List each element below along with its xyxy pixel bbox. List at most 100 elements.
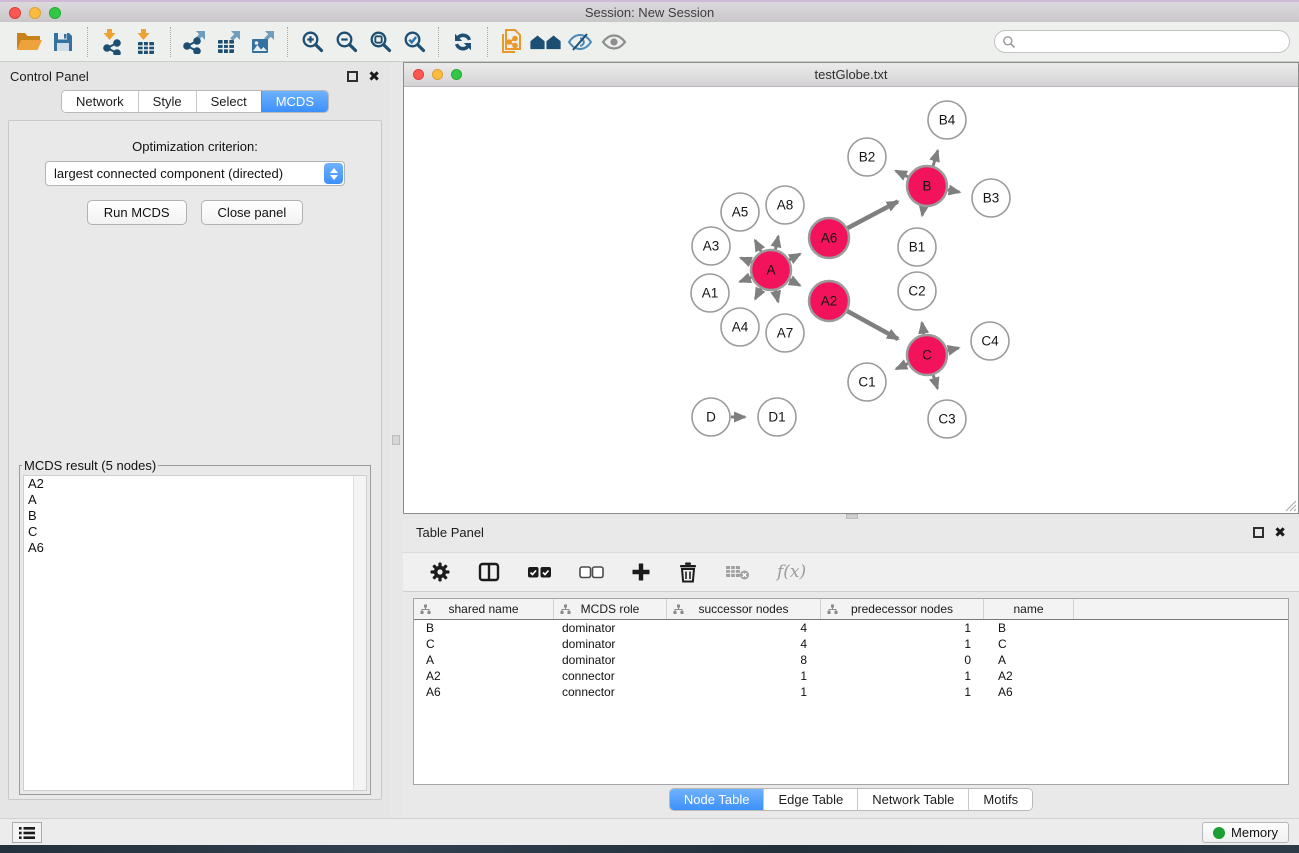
- graph-edge-C-C4[interactable]: [947, 348, 958, 351]
- close-panel-icon[interactable]: ✖: [368, 71, 380, 82]
- graph-node-A8[interactable]: A8: [766, 186, 804, 224]
- graph-node-A7[interactable]: A7: [766, 314, 804, 352]
- zoom-fit-button[interactable]: [363, 26, 397, 58]
- graph-edge-A-A8[interactable]: [775, 236, 778, 249]
- optimization-criterion-select[interactable]: largest connected component (directed): [45, 161, 345, 186]
- import-table-button[interactable]: [129, 26, 163, 58]
- graph-edge-B-B4[interactable]: [933, 151, 938, 166]
- minimize-network-button[interactable]: [432, 69, 443, 80]
- zoom-window-button[interactable]: [49, 7, 61, 19]
- unselect-all-columns-button[interactable]: [579, 566, 604, 579]
- close-window-button[interactable]: [9, 7, 21, 19]
- column-header-successor-nodes[interactable]: successor nodes: [667, 599, 821, 619]
- export-network-button[interactable]: [178, 26, 212, 58]
- select-all-columns-button[interactable]: [527, 566, 552, 579]
- minimize-window-button[interactable]: [29, 7, 41, 19]
- graph-node-C4[interactable]: C4: [971, 322, 1009, 360]
- column-header-predecessor-nodes[interactable]: predecessor nodes: [821, 599, 984, 619]
- graph-node-A2[interactable]: A2: [809, 281, 849, 321]
- delete-table-button[interactable]: [725, 563, 750, 581]
- apply-layout-button[interactable]: [446, 26, 480, 58]
- float-panel-icon[interactable]: [347, 71, 358, 82]
- network-canvas[interactable]: B4B2BB3A8A5A6A3B1AA1C2A2A4A7C4CC1C3DD1: [404, 88, 1298, 513]
- graph-node-A1[interactable]: A1: [691, 274, 729, 312]
- delete-column-button[interactable]: [678, 561, 698, 583]
- tab-select[interactable]: Select: [196, 91, 261, 112]
- graph-node-B2[interactable]: B2: [848, 138, 886, 176]
- function-builder-button[interactable]: f(x): [777, 562, 806, 582]
- create-column-button[interactable]: [631, 562, 651, 582]
- zoom-out-button[interactable]: [329, 26, 363, 58]
- graph-edge-C-C3[interactable]: [933, 375, 937, 388]
- graph-edge-A2-C[interactable]: [847, 311, 898, 339]
- graph-edge-A-A3[interactable]: [741, 258, 752, 262]
- graph-node-C2[interactable]: C2: [898, 272, 936, 310]
- tab-network[interactable]: Network: [62, 91, 138, 112]
- result-item-c[interactable]: C: [24, 524, 366, 540]
- close-panel-icon[interactable]: ✖: [1274, 527, 1286, 538]
- splitter-handle[interactable]: [392, 435, 400, 445]
- tab-motifs[interactable]: Motifs: [968, 789, 1032, 810]
- graph-edge-A-A2[interactable]: [790, 280, 800, 286]
- graph-node-C1[interactable]: C1: [848, 363, 886, 401]
- graph-node-A3[interactable]: A3: [692, 227, 730, 265]
- resize-grip-icon[interactable]: [1284, 499, 1297, 512]
- close-panel-button[interactable]: Close panel: [201, 200, 304, 225]
- column-header-mcds-role[interactable]: MCDS role: [554, 599, 667, 619]
- vertical-splitter[interactable]: [390, 62, 403, 818]
- graph-node-A6[interactable]: A6: [809, 218, 849, 258]
- open-session-button[interactable]: [12, 26, 46, 58]
- table-row-a[interactable]: Adominator80A: [414, 652, 1288, 668]
- table-row-a6[interactable]: A6connector11A6: [414, 684, 1288, 700]
- network-window-titlebar[interactable]: testGlobe.txt: [404, 63, 1298, 87]
- run-mcds-button[interactable]: Run MCDS: [87, 200, 187, 225]
- graph-edge-B-B2[interactable]: [896, 171, 908, 177]
- import-network-button[interactable]: [95, 26, 129, 58]
- tab-node-table[interactable]: Node Table: [670, 789, 764, 810]
- graph-node-A[interactable]: A: [751, 250, 791, 290]
- graph-edge-A-A6[interactable]: [789, 254, 800, 260]
- table-row-b[interactable]: Bdominator41B: [414, 620, 1288, 636]
- save-session-button[interactable]: [46, 26, 80, 58]
- graph-node-B[interactable]: B: [907, 166, 947, 206]
- split-panel-button[interactable]: [478, 562, 500, 582]
- graph-node-D1[interactable]: D1: [758, 398, 796, 436]
- graph-node-A5[interactable]: A5: [721, 193, 759, 231]
- show-networks-list-button[interactable]: [12, 822, 42, 843]
- show-hide-graphics-button[interactable]: [563, 26, 597, 58]
- column-header-shared-name[interactable]: shared name: [414, 599, 554, 619]
- home-view-button[interactable]: [529, 26, 563, 58]
- result-item-a6[interactable]: A6: [24, 540, 366, 556]
- graph-edge-C-C1[interactable]: [896, 364, 908, 369]
- tab-network-table[interactable]: Network Table: [857, 789, 968, 810]
- table-row-c[interactable]: Cdominator41C: [414, 636, 1288, 652]
- graph-edge-A-A4[interactable]: [755, 288, 761, 298]
- export-table-button[interactable]: [212, 26, 246, 58]
- tab-mcds[interactable]: MCDS: [261, 91, 328, 112]
- graph-node-B3[interactable]: B3: [972, 179, 1010, 217]
- float-panel-icon[interactable]: [1253, 527, 1264, 538]
- graph-edge-A-A7[interactable]: [776, 290, 779, 301]
- zoom-in-button[interactable]: [295, 26, 329, 58]
- result-item-a2[interactable]: A2: [24, 476, 366, 492]
- graph-edge-A-A1[interactable]: [740, 277, 751, 281]
- graph-node-B1[interactable]: B1: [898, 228, 936, 266]
- graph-node-C3[interactable]: C3: [928, 400, 966, 438]
- zoom-selected-button[interactable]: [397, 26, 431, 58]
- table-row-a2[interactable]: A2connector11A2: [414, 668, 1288, 684]
- search-input[interactable]: [1016, 33, 1289, 51]
- new-session-button[interactable]: [495, 26, 529, 58]
- result-item-a[interactable]: A: [24, 492, 366, 508]
- graph-node-A4[interactable]: A4: [721, 308, 759, 346]
- graph-node-B4[interactable]: B4: [928, 101, 966, 139]
- result-scrollbar[interactable]: [353, 476, 366, 790]
- graph-edge-B-B3[interactable]: [948, 190, 960, 192]
- search-field[interactable]: [994, 30, 1290, 53]
- export-image-button[interactable]: [246, 26, 280, 58]
- graph-node-C[interactable]: C: [907, 335, 947, 375]
- tab-edge-table[interactable]: Edge Table: [763, 789, 857, 810]
- graph-edge-A6-B[interactable]: [848, 201, 898, 228]
- table-settings-button[interactable]: [429, 561, 451, 583]
- zoom-network-button[interactable]: [451, 69, 462, 80]
- close-network-button[interactable]: [413, 69, 424, 80]
